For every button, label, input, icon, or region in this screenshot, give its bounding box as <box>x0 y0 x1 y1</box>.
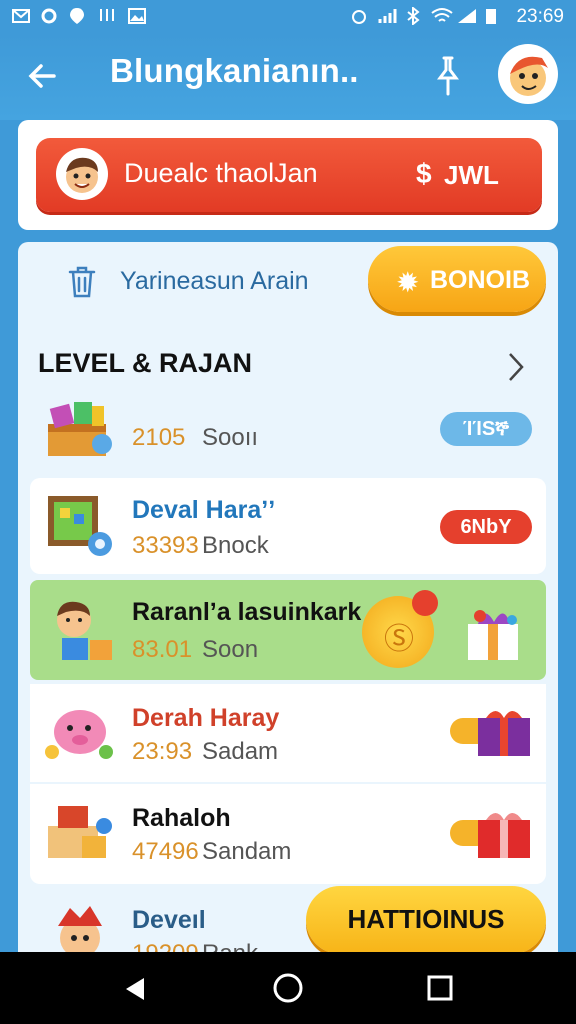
item-name: Raranlʼa lasuinkark <box>132 598 362 626</box>
clock: 23:69 <box>516 6 564 27</box>
item-name: Derah Haray <box>132 704 280 732</box>
notification-dot <box>412 590 438 616</box>
chalkboard-icon <box>48 496 112 556</box>
item-badge[interactable]: 6NbY <box>440 510 532 544</box>
item-label: Sadam <box>202 738 279 765</box>
piggy-bank-icon <box>45 710 113 759</box>
nav-home-icon[interactable] <box>272 972 304 1004</box>
gmail-icon <box>12 9 30 23</box>
status-bar: 23:69 <box>0 0 576 34</box>
nav-recents-icon[interactable] <box>426 974 454 1002</box>
item-score: 47496 <box>132 838 199 865</box>
settings-icon <box>41 8 57 24</box>
item-label: Bnock <box>202 532 269 559</box>
pin-icon <box>437 56 459 96</box>
bonus-button-label: BONOIB <box>430 266 530 294</box>
signal-icon <box>378 9 397 23</box>
list-item-highlighted[interactable]: Raranlʼa lasuinkark 83.01 Soon Ⓢ <box>30 580 546 680</box>
gift-box-icon <box>478 711 530 756</box>
list-item[interactable]: Derah Haray 23:93 Sadam <box>30 684 546 782</box>
gift-box-icon <box>478 813 530 858</box>
list-item[interactable]: Deval Haraʼʼ 33393 Bnock 6NbY <box>30 478 546 574</box>
item-name: Deval Haraʼʼ <box>132 496 276 524</box>
arrow-left-icon <box>28 64 56 88</box>
item-badge[interactable]: ΊΊSኞ <box>440 412 532 446</box>
boy-avatar-icon <box>66 157 98 193</box>
wifi-icon <box>431 8 453 22</box>
trash-icon <box>68 266 96 298</box>
list-item[interactable]: Rahaloh 47496 Sandam <box>30 784 546 884</box>
star-icon: ✹ <box>396 267 420 298</box>
item-label: Sandam <box>202 838 292 865</box>
battery-icon <box>486 9 496 24</box>
gift-box-icon <box>468 610 518 660</box>
item-label: Soon <box>202 636 259 663</box>
user-avatar <box>56 148 108 200</box>
item-score: 33393 <box>132 532 199 559</box>
treasure-chest-icon <box>48 402 112 456</box>
system-nav-bar <box>0 952 576 1024</box>
alarm-icon <box>352 10 366 24</box>
user-balance: JWL <box>444 160 499 190</box>
action-button-label: HATTIOINUS <box>347 904 505 934</box>
nav-back-icon[interactable] <box>120 974 150 1004</box>
list-item[interactable]: 2105 Sooıı ΊΊSኞ <box>30 390 546 470</box>
item-score: 83.01 <box>132 636 193 663</box>
search-label: Yarineasun Arain <box>120 267 309 295</box>
user-name: Duealc thaolJan <box>124 158 318 188</box>
item-score: 23:93 <box>132 738 193 765</box>
cell-signal-icon <box>458 9 476 23</box>
section-title: LEVEL & RAJAN <box>38 348 253 378</box>
kid-character-icon <box>57 601 112 660</box>
coin-icon: Ⓢ <box>384 623 414 656</box>
item-name: Rahaloh <box>132 804 231 832</box>
currency-icon: $ <box>416 158 432 189</box>
trash-button[interactable] <box>66 264 98 300</box>
bluetooth-icon <box>407 7 420 25</box>
back-button[interactable] <box>24 56 64 96</box>
item-name: Deveıl <box>132 906 206 934</box>
chevron-right-icon[interactable] <box>506 350 526 392</box>
item-score: 2105 <box>132 424 186 451</box>
usb-icon <box>100 9 114 21</box>
item-label: Sooıı <box>202 424 259 451</box>
image-icon <box>128 8 146 24</box>
avatar-character-icon <box>510 56 548 96</box>
treasure-chest-icon <box>48 806 112 858</box>
profile-avatar[interactable] <box>498 44 558 104</box>
pin-button[interactable] <box>432 54 464 100</box>
location-icon <box>70 8 84 24</box>
page-title: Blungkanianın.. <box>110 52 359 89</box>
